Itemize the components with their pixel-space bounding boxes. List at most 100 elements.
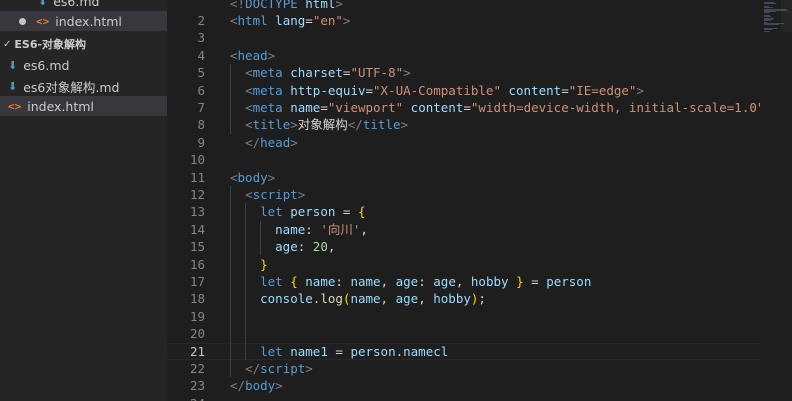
code-line[interactable]: 3	[167, 29, 760, 46]
minimap[interactable]	[760, 0, 792, 401]
code-token: <	[245, 65, 253, 81]
code-token: namecl	[403, 343, 449, 359]
code-line[interactable]: 6 <meta http-equiv="X-UA-Compatible" con…	[167, 82, 760, 99]
code-token: let	[260, 343, 283, 359]
code-line[interactable]: 13 let person = {	[167, 203, 760, 220]
code-line[interactable]: 19	[167, 308, 760, 325]
code-line[interactable]: 2 <html lang="en">	[167, 12, 760, 29]
code-text: <!DOCTYPE html>	[230, 0, 343, 12]
code-line[interactable]: 7 <meta name="viewport" content="width=d…	[167, 99, 771, 116]
code-token: meta	[252, 99, 283, 115]
code-token: <	[245, 186, 253, 202]
file-item[interactable]: ⬇ es6.md	[0, 55, 167, 75]
code-text: }	[230, 256, 268, 273]
code-line[interactable]: 5 <meta charset="UTF-8">	[167, 64, 760, 81]
file-item[interactable]: ⬇ es6.md	[0, 0, 167, 11]
code-token: person	[350, 343, 396, 359]
code-token: meta	[252, 65, 283, 81]
code-line[interactable]: 24	[167, 395, 760, 401]
markdown-icon: ⬇	[8, 79, 18, 93]
code-token: =	[335, 204, 358, 220]
indent-guide	[230, 185, 231, 378]
code-text: <meta http-equiv="X-UA-Compatible" conte…	[230, 82, 644, 99]
code-token: >	[400, 117, 409, 133]
code-token: ,	[418, 291, 434, 307]
code-token: ;	[478, 291, 486, 307]
code-text: let { name: name, age: age, hobby } = pe…	[230, 273, 591, 290]
line-number: 21	[189, 343, 205, 359]
code-line[interactable]: <!DOCTYPE html>	[167, 0, 760, 12]
code-line[interactable]: 23 </body>	[167, 377, 760, 394]
code-token: name	[350, 291, 381, 307]
code-token: meta	[252, 82, 283, 98]
code-token: "UTF-8"	[350, 65, 404, 81]
code-line[interactable]: 12 <script>	[167, 186, 760, 203]
code-line[interactable]: 18 console.log(name, age, hobby);	[167, 290, 760, 307]
code-token: >	[636, 82, 644, 98]
code-line[interactable]: 20	[167, 325, 760, 342]
line-number: 9	[197, 134, 205, 150]
code-line[interactable]: 14 name: '向川',	[167, 221, 760, 238]
file-item[interactable]: <> index.html	[0, 11, 167, 31]
code-text: <body>	[230, 169, 275, 186]
line-number: 7	[197, 99, 205, 115]
item-label: es6.md	[53, 0, 100, 9]
minimap-line	[764, 30, 770, 32]
code-token: =	[561, 82, 569, 98]
code-token: html	[237, 12, 268, 28]
line-number: 3	[197, 30, 205, 46]
code-token: hobby	[433, 291, 471, 307]
code-token: http-equiv	[290, 82, 366, 98]
code-token: name1	[290, 343, 328, 359]
code-token: <!	[230, 0, 246, 11]
minimap-line	[764, 24, 779, 26]
markdown-icon: ⬇	[38, 0, 48, 8]
code-token: hobby	[470, 273, 509, 289]
file-item[interactable]: ⬇ es6对象解构.md	[0, 76, 167, 96]
code-token: name	[290, 99, 321, 115]
code-token: >	[290, 134, 298, 150]
code-line[interactable]: 11 <body>	[167, 169, 760, 186]
code-token: <	[245, 99, 253, 115]
code-line[interactable]: 17 let { name: name, age: age, hobby } =…	[167, 273, 760, 290]
code-token: ,	[360, 221, 368, 237]
chevron-down-icon: ✓	[3, 38, 12, 50]
code-line[interactable]: 15 age: 20,	[167, 238, 760, 255]
code-token: =	[365, 82, 374, 98]
folder-es6-destructuring[interactable]: ✓ ES6-对象解构	[0, 34, 167, 54]
code-token: title	[362, 117, 401, 133]
code-token: content	[508, 82, 562, 98]
code-token: }	[260, 256, 268, 272]
code-text: let name1 = person.namecl	[230, 344, 448, 359]
line-number: 20	[189, 326, 205, 342]
line-number: 18	[189, 291, 205, 307]
code-token: =	[327, 343, 351, 359]
code-token: <	[245, 117, 253, 133]
code-line[interactable]: 21 let name1 = person.namecl	[167, 342, 760, 360]
code-line[interactable]: 4 <head>	[167, 47, 760, 64]
vertical-scrollbar[interactable]	[781, 0, 792, 32]
file-item[interactable]: <> index.html	[0, 96, 167, 116]
line-number: 16	[189, 256, 205, 272]
code-line[interactable]: 10	[167, 151, 760, 168]
unsaved-dot-icon	[19, 17, 26, 25]
indent-guide	[230, 64, 231, 134]
code-line[interactable]: 22 </script>	[167, 360, 760, 377]
indent-guide	[245, 203, 247, 360]
code-token: person	[546, 273, 592, 289]
line-number: 19	[189, 308, 205, 324]
code-editor[interactable]: <!DOCTYPE html> 2 <html lang="en"> 3 4 <head>…	[167, 0, 792, 401]
code-line[interactable]: 16 }	[167, 256, 760, 273]
code-token: ,	[380, 291, 396, 307]
item-label: es6对象解构.md	[23, 79, 120, 95]
line-number: 13	[189, 204, 205, 220]
code-token: :	[297, 239, 313, 255]
code-token: >	[297, 186, 306, 202]
item-label: es6.md	[23, 57, 70, 73]
code-token: {	[290, 273, 298, 289]
code-token: age	[433, 273, 456, 289]
code-line[interactable]: 9 </head>	[167, 134, 760, 151]
code-line[interactable]: 8 <title>对象解构</title>	[167, 116, 760, 133]
